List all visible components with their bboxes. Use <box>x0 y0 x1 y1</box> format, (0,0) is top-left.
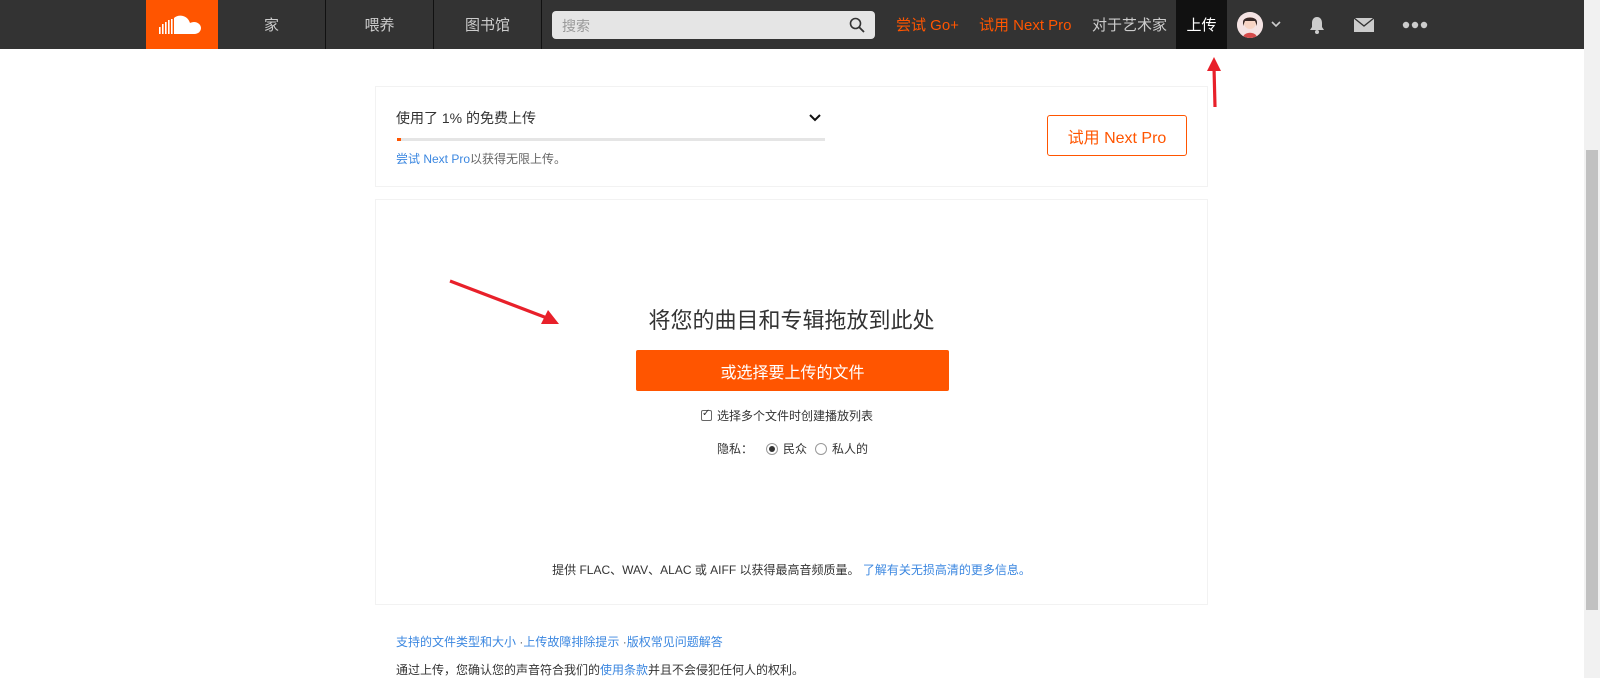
nav-feed[interactable]: 喂养 <box>326 0 434 49</box>
quota-hint-text: 以获得无限上传。 <box>470 152 567 166</box>
upload-nav-link[interactable]: 上传 <box>1176 0 1227 49</box>
upload-quota-panel: 使用了 1% 的免费上传 尝试 Next Pro以获得无限上传。 试用 Next… <box>375 86 1208 187</box>
nav-feed-label: 喂养 <box>364 17 395 34</box>
nav-home-label: 家 <box>263 17 279 34</box>
privacy-public-label: 民众 <box>783 442 808 456</box>
try-next-pro-link[interactable]: 试用 Next Pro <box>979 0 1072 49</box>
for-artists-link[interactable]: 对于艺术家 <box>1092 0 1167 49</box>
quota-progress-bar <box>397 138 825 141</box>
create-playlist-label: 选择多个文件时创建播放列表 <box>717 409 874 423</box>
privacy-label: 隐私： <box>717 442 754 456</box>
soundcloud-logo-icon[interactable] <box>146 0 218 49</box>
create-playlist-checkbox[interactable] <box>701 408 712 421</box>
terms-of-use-link[interactable]: 使用条款 <box>600 663 648 677</box>
privacy-public-radio[interactable] <box>766 442 779 455</box>
terms-suffix: 并且不会侵犯任何人的权利。 <box>648 663 805 677</box>
try-next-pro-button[interactable]: 试用 Next Pro <box>1047 115 1187 156</box>
chevron-down-icon[interactable] <box>1270 18 1282 30</box>
annotation-arrow-up-icon <box>1207 57 1221 108</box>
annotation-arrow-right-icon <box>449 279 559 324</box>
copyright-faq-link[interactable]: 版权常见问题解答 <box>627 635 723 649</box>
search-input[interactable] <box>560 11 844 41</box>
more-icon[interactable] <box>1401 16 1429 34</box>
nav-home[interactable]: 家 <box>218 0 326 49</box>
audio-quality-text: 提供 FLAC、WAV、ALAC 或 AIFF 以获得最高音频质量。 <box>552 563 860 577</box>
try-go-link[interactable]: 尝试 Go+ <box>896 0 959 49</box>
upload-help-links: 支持的文件类型和大小 ·上传故障排除提示 ·版权常见问题解答 <box>396 633 723 650</box>
playlist-option: 选择多个文件时创建播放列表 <box>701 407 873 424</box>
privacy-private-label: 私人的 <box>832 442 869 456</box>
choose-files-button[interactable]: 或选择要上传的文件 <box>636 350 949 391</box>
quota-hint: 尝试 Next Pro以获得无限上传。 <box>396 150 566 167</box>
try-next-pro-hint-link[interactable]: 尝试 Next Pro <box>396 152 470 166</box>
page-scrollbar-thumb[interactable] <box>1586 150 1598 610</box>
search-box <box>552 11 875 41</box>
bell-icon[interactable] <box>1307 15 1327 35</box>
upload-drop-zone[interactable]: 将您的曲目和专辑拖放到此处 或选择要上传的文件 选择多个文件时创建播放列表 隐私… <box>375 199 1208 605</box>
privacy-public-option[interactable]: 民众 <box>766 440 807 457</box>
privacy-private-option[interactable]: 私人的 <box>815 440 868 457</box>
privacy-option: 隐私： 民众 私人的 <box>717 440 876 457</box>
terms-prefix: 通过上传，您确认您的声音符合我们的 <box>396 663 601 677</box>
search-icon[interactable] <box>849 17 865 33</box>
avatar[interactable] <box>1237 12 1263 38</box>
file-types-link[interactable]: 支持的文件类型和大小 <box>396 635 516 649</box>
quota-progress-fill <box>397 138 402 141</box>
lossless-info-link[interactable]: 了解有关无损高清的更多信息。 <box>863 563 1031 577</box>
mail-icon[interactable] <box>1353 17 1375 33</box>
nav-library-label: 图书馆 <box>464 17 510 34</box>
quota-title: 使用了 1% 的免费上传 <box>396 110 537 126</box>
chevron-down-icon[interactable] <box>808 111 822 125</box>
nav-library[interactable]: 图书馆 <box>434 0 542 49</box>
terms-notice: 通过上传，您确认您的声音符合我们的使用条款并且不会侵犯任何人的权利。 <box>396 661 804 678</box>
troubleshoot-link[interactable]: 上传故障排除提示 <box>523 635 619 649</box>
audio-quality-note: 提供 FLAC、WAV、ALAC 或 AIFF 以获得最高音频质量。 了解有关无… <box>376 561 1207 578</box>
top-navigation-bar: 家 喂养 图书馆 尝试 Go+ 试用 Next Pro 对于艺术家 上传 <box>0 0 1584 49</box>
privacy-private-radio[interactable] <box>815 442 828 455</box>
